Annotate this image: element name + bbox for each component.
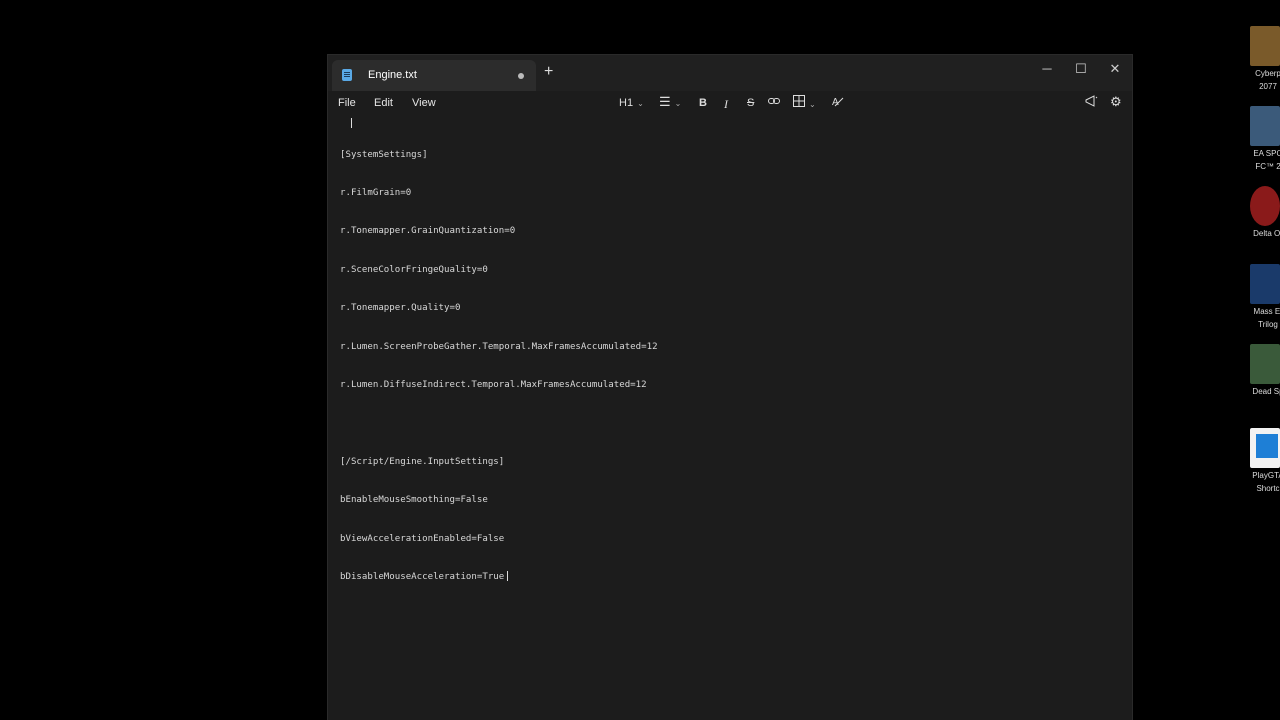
editor-line: r.SceneColorFringeQuality=0 (340, 264, 488, 275)
new-tab-button[interactable]: + (544, 64, 553, 80)
close-button[interactable]: ✕ (1100, 61, 1130, 77)
title-bar: Engine.txt + ─ ☐ ✕ (328, 55, 1132, 91)
desktop-icon-mass-effect[interactable]: Mass Ef Trilog (1248, 264, 1280, 330)
editor-line: bEnableMouseSmoothing=False (340, 495, 488, 506)
editor-line: r.FilmGrain=0 (340, 187, 412, 198)
game-thumbnail-icon (1250, 264, 1280, 304)
game-thumbnail-icon (1250, 106, 1280, 146)
desktop-icon-label: EA SPO (1253, 149, 1280, 158)
italic-button[interactable]: I (724, 97, 728, 112)
menu-edit[interactable]: Edit (374, 97, 393, 109)
desktop-icon-label: Dead Sp (1252, 387, 1280, 396)
ibeam-cursor-icon (351, 118, 352, 128)
clear-formatting-button[interactable]: A (832, 95, 844, 110)
desktop-icon-label: PlayGTA (1252, 471, 1280, 480)
desktop-icon-label: Trilog (1258, 320, 1278, 329)
desktop-icon-label: Delta Or (1253, 229, 1280, 238)
menu-bar: File Edit View H1 ⌄ ☰ ⌄ B I S ⌄ A ⚙ (328, 91, 1132, 117)
text-editor[interactable]: [SystemSettings] r.FilmGrain=0 r.Tonemap… (340, 123, 1120, 609)
list-dropdown[interactable]: ☰ ⌄ (659, 94, 681, 110)
game-thumbnail-icon (1250, 26, 1280, 66)
table-icon (793, 95, 805, 107)
editor-line: r.Tonemapper.Quality=0 (340, 303, 461, 314)
gear-icon: ⚙ (1110, 94, 1122, 109)
chevron-down-icon: ⌄ (809, 100, 816, 109)
desktop-icon-label: Mass Ef (1253, 307, 1280, 316)
editor-line: r.Tonemapper.GrainQuantization=0 (340, 226, 516, 237)
menu-file[interactable]: File (338, 97, 356, 109)
chevron-down-icon: ⌄ (637, 99, 644, 108)
clear-formatting-icon: A (832, 97, 844, 108)
list-icon: ☰ (659, 94, 671, 109)
notepad-window: Engine.txt + ─ ☐ ✕ File Edit View H1 ⌄ ☰ ⌄… (327, 54, 1133, 720)
bold-button[interactable]: B (699, 97, 707, 109)
shortcut-icon (1250, 428, 1280, 468)
menu-view[interactable]: View (412, 97, 436, 109)
notepad-icon (342, 69, 352, 81)
editor-line: r.Lumen.ScreenProbeGather.Temporal.MaxFr… (340, 341, 658, 352)
heading-label: H1 (619, 97, 634, 109)
settings-button[interactable]: ⚙ (1110, 94, 1122, 110)
desktop-icon-label: Shortc (1256, 484, 1280, 493)
game-thumbnail-icon (1250, 344, 1280, 384)
desktop-icon-ea-sports-fc[interactable]: EA SPO FC™ 2 (1248, 106, 1280, 172)
tab-engine-txt[interactable]: Engine.txt (332, 60, 536, 91)
tab-title: Engine.txt (368, 69, 417, 81)
editor-line: bViewAccelerationEnabled=False (340, 533, 505, 544)
desktop-icon-label: Cyberp (1255, 69, 1280, 78)
desktop-icon-label: 2077 (1259, 82, 1277, 91)
editor-line: r.Lumen.DiffuseIndirect.Temporal.MaxFram… (340, 379, 647, 390)
desktop-icon-delta-force[interactable]: Delta Or (1248, 186, 1280, 239)
link-button[interactable] (768, 95, 780, 110)
link-icon (768, 98, 780, 104)
desktop-icon-cyberpunk[interactable]: Cyberp 2077 (1248, 26, 1280, 92)
minimize-button[interactable]: ─ (1032, 61, 1062, 76)
desktop-icon-dead-space[interactable]: Dead Sp (1248, 344, 1280, 397)
chevron-down-icon: ⌄ (674, 99, 682, 108)
editor-line-last: bDisableMouseAcceleration=True (340, 571, 1120, 584)
copilot-button[interactable] (1085, 95, 1098, 110)
editor-line: [SystemSettings] (340, 149, 428, 160)
heading-dropdown[interactable]: H1 ⌄ (619, 97, 644, 109)
unsaved-dot-icon[interactable] (518, 73, 524, 79)
text-caret (507, 571, 509, 582)
table-dropdown[interactable]: ⌄ (793, 95, 816, 110)
desktop-icon-playgta[interactable]: PlayGTA Shortc (1248, 428, 1280, 494)
editor-line: [/Script/Engine.InputSettings] (340, 456, 505, 467)
game-thumbnail-icon (1250, 186, 1280, 226)
megaphone-icon (1085, 95, 1098, 107)
desktop-icon-label: FC™ 2 (1255, 162, 1280, 171)
maximize-button[interactable]: ☐ (1066, 61, 1096, 77)
strikethrough-button[interactable]: S (747, 97, 754, 109)
editor-line: bDisableMouseAcceleration=True (340, 571, 505, 582)
